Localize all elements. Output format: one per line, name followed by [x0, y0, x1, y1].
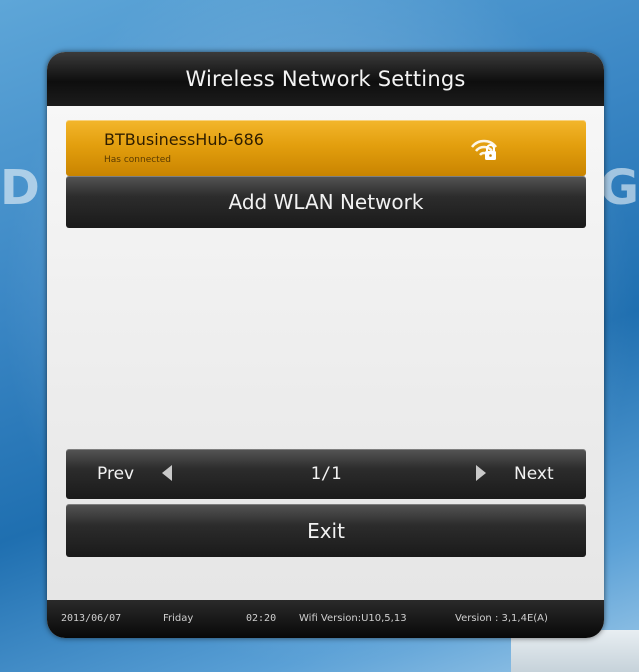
status-bar: 2013/06/07 Friday 02:20 Wifi Version:U10…	[47, 600, 604, 638]
page-indicator: 1/1	[310, 464, 342, 484]
background-letter-right: G	[599, 160, 639, 216]
network-item-selected[interactable]: BTBusinessHub-686 Has connected	[66, 120, 586, 176]
add-wlan-network-label: Add WLAN Network	[228, 190, 424, 214]
status-day: Friday	[163, 613, 194, 624]
next-button[interactable]: Next	[514, 464, 554, 484]
pager-bar: Prev 1/1 Next	[66, 449, 586, 499]
status-time: 02:20	[246, 613, 277, 624]
title-bar: Wireless Network Settings	[47, 52, 604, 106]
wireless-settings-dialog: Wireless Network Settings BTBusinessHub-…	[47, 52, 604, 638]
network-name: BTBusinessHub-686	[104, 130, 264, 149]
wifi-lock-icon	[471, 139, 497, 160]
exit-label: Exit	[307, 518, 345, 543]
status-wifi-version: Wifi Version:U10,5,13	[299, 613, 407, 624]
exit-button[interactable]: Exit	[66, 504, 586, 557]
network-status: Has connected	[104, 155, 171, 165]
chevron-right-icon[interactable]	[476, 465, 486, 481]
status-version: Version : 3,1,4E(A)	[455, 613, 548, 624]
status-date: 2013/06/07	[61, 613, 122, 624]
background-letter-left: D	[0, 160, 40, 216]
add-wlan-network-button[interactable]: Add WLAN Network	[66, 176, 586, 228]
dialog-title: Wireless Network Settings	[185, 67, 466, 91]
